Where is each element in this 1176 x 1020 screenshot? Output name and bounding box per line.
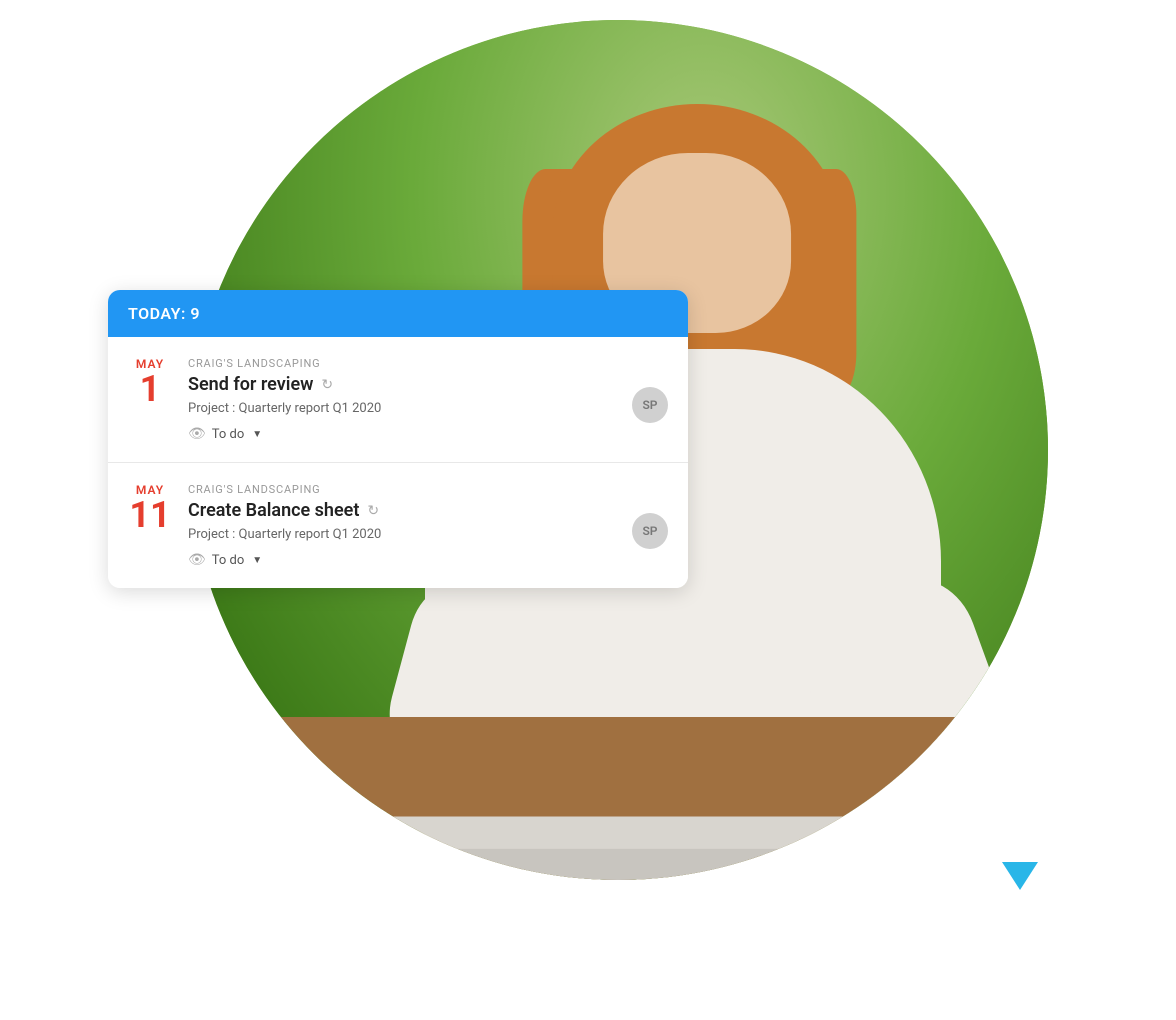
task-status-row-2: 👁 To do ▼ [188, 552, 620, 568]
task-title-1: Send for review [188, 374, 313, 395]
dropdown-arrow-2[interactable]: ▼ [252, 555, 262, 566]
refresh-icon-1[interactable]: ↻ [321, 377, 333, 393]
task-panel: TODAY: 9 MAY 1 CRAIG'S LANDSCAPING Send … [108, 290, 688, 588]
task-project-1: Project : Quarterly report Q1 2020 [188, 401, 620, 416]
client-name-2: CRAIG'S LANDSCAPING [188, 483, 620, 496]
avatar-1: SP [632, 387, 668, 423]
table [231, 717, 1048, 880]
status-label-1: To do [212, 427, 245, 442]
task-item-2[interactable]: MAY 11 CRAIG'S LANDSCAPING Create Balanc… [108, 463, 688, 588]
laptop-screen [344, 848, 976, 880]
task-content-2: CRAIG'S LANDSCAPING Create Balance sheet… [188, 483, 620, 568]
task-status-row-1: 👁 To do ▼ [188, 426, 620, 442]
dropdown-arrow-1[interactable]: ▼ [252, 429, 262, 440]
panel-header: TODAY: 9 [108, 290, 688, 337]
date-day-1: 1 [128, 371, 172, 407]
task-title-2: Create Balance sheet [188, 500, 359, 521]
date-day-2: 11 [128, 497, 172, 533]
task-title-row-2: Create Balance sheet ↻ [188, 500, 620, 521]
refresh-icon-2[interactable]: ↻ [367, 503, 379, 519]
client-name-1: CRAIG'S LANDSCAPING [188, 357, 620, 370]
task-project-2: Project : Quarterly report Q1 2020 [188, 527, 620, 542]
avatar-area-1: SP [620, 357, 668, 423]
date-block-1: MAY 1 [128, 357, 188, 407]
today-label: TODAY: [128, 304, 186, 323]
triangle-decoration [1002, 862, 1038, 890]
task-item-1[interactable]: MAY 1 CRAIG'S LANDSCAPING Send for revie… [108, 337, 688, 463]
date-block-2: MAY 11 [128, 483, 188, 533]
laptop [315, 816, 1005, 871]
avatar-area-2: SP [620, 483, 668, 549]
main-scene: TODAY: 9 MAY 1 CRAIG'S LANDSCAPING Send … [88, 10, 1088, 1010]
task-content-1: CRAIG'S LANDSCAPING Send for review ↻ Pr… [188, 357, 620, 442]
task-title-row-1: Send for review ↻ [188, 374, 620, 395]
eye-icon-2: 👁 [188, 552, 206, 568]
avatar-2: SP [632, 513, 668, 549]
status-label-2: To do [212, 553, 245, 568]
today-count: 9 [190, 304, 200, 323]
eye-icon-1: 👁 [188, 426, 206, 442]
